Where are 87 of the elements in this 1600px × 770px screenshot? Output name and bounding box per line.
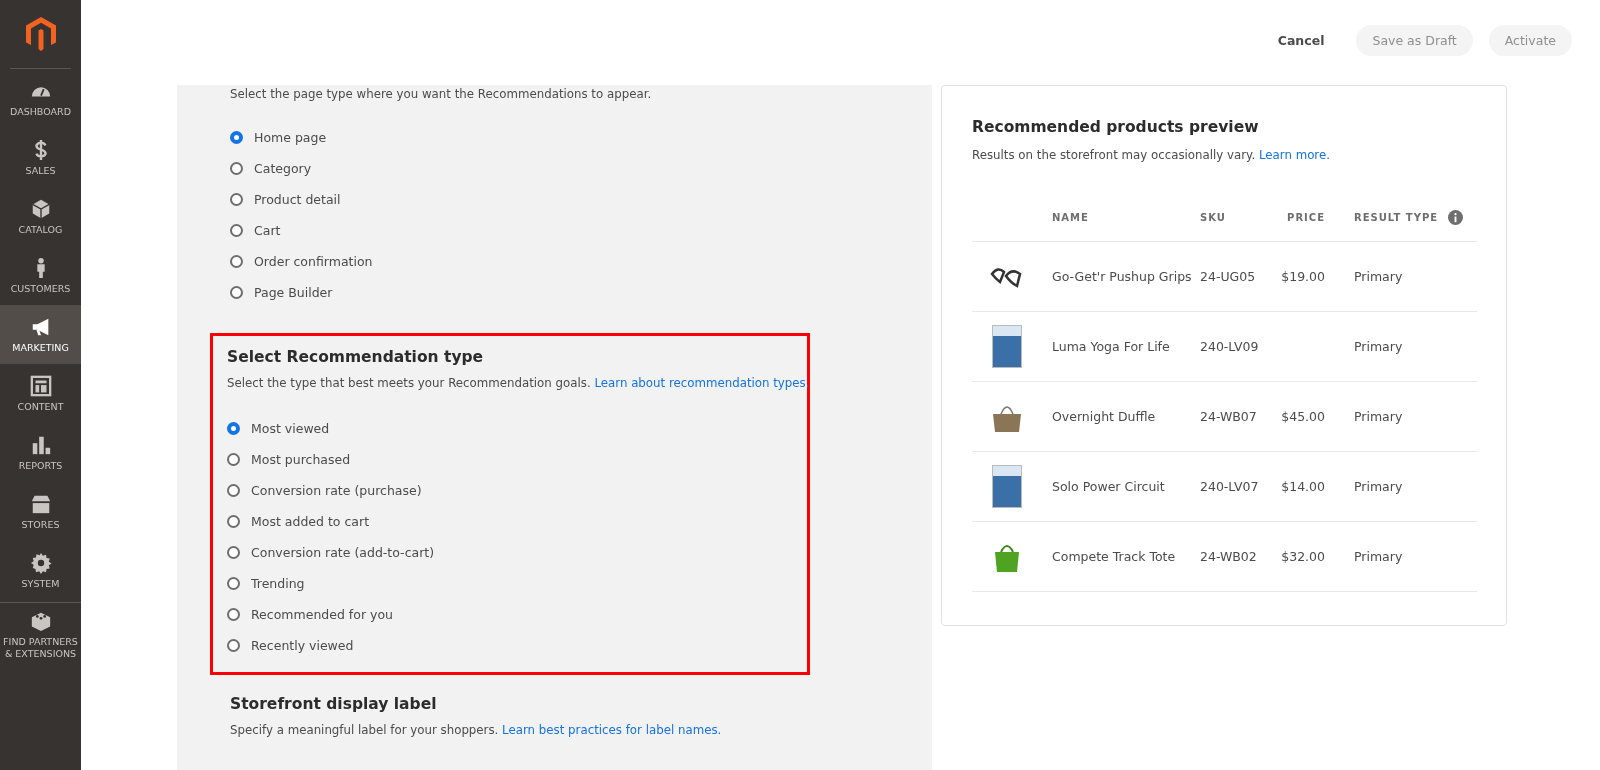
layout-icon: [29, 374, 52, 397]
radio-option[interactable]: Recently viewed: [227, 635, 354, 656]
sidebar-item[interactable]: CATALOG: [0, 187, 81, 246]
sidebar-label: CONTENT: [17, 400, 64, 413]
radio-option[interactable]: Product detail: [230, 189, 341, 210]
section-description: Specify a meaningful label for your shoppers. Learn best practices for label names.: [230, 722, 723, 739]
radio-button[interactable]: [230, 224, 243, 237]
table-cell-text: $45.00: [1280, 409, 1326, 424]
sidebar-item[interactable]: SYSTEM: [0, 541, 81, 600]
table-cell-text: $19.00: [1280, 269, 1326, 284]
info-icon[interactable]: [1448, 210, 1464, 225]
radio-option[interactable]: Most purchased: [227, 449, 351, 470]
radio-option[interactable]: Category: [230, 158, 312, 179]
sidebar-label: FIND PARTNERS & EXTENSIONS: [2, 636, 79, 660]
sidebar-label: SYSTEM: [21, 577, 60, 590]
table-cell-text: Solo Power Circuit: [1052, 479, 1166, 494]
radio-option[interactable]: Conversion rate (add-to-cart): [227, 542, 435, 563]
sidebar-label: REPORTS: [18, 459, 63, 472]
radio-button[interactable]: [230, 131, 243, 144]
column-header: NAME: [1052, 212, 1090, 223]
radio-option[interactable]: Most viewed: [227, 418, 330, 439]
radio-button[interactable]: [230, 286, 243, 299]
sidebar-label: SALES: [25, 164, 56, 177]
table-cell-text: Go-Get'r Pushup Grips: [1052, 269, 1193, 284]
logo-icon: [25, 17, 56, 51]
radio-button[interactable]: [227, 422, 240, 435]
table-cell-text: 240-LV09: [1200, 339, 1260, 354]
dvd-cover-photo: [992, 325, 1022, 368]
table-cell-text: $32.00: [1280, 549, 1326, 564]
table-cell-text: Primary: [1354, 409, 1404, 424]
table-cell-text: 24-WB02: [1200, 549, 1258, 564]
sidebar-item[interactable]: REPORTS: [0, 423, 81, 482]
card-title: Recommended products preview: [972, 118, 1260, 136]
sidebar-item[interactable]: CONTENT: [0, 364, 81, 423]
sidebar-item[interactable]: STORES: [0, 482, 81, 541]
radio-option[interactable]: Conversion rate (purchase): [227, 480, 422, 501]
table-cell-text: Overnight Duffle: [1052, 409, 1157, 424]
radio-button[interactable]: [227, 608, 240, 621]
header-button[interactable]: Cancel: [1261, 25, 1341, 56]
sidebar-item[interactable]: DASHBOARD: [0, 69, 81, 128]
sidebar-label: CATALOG: [18, 223, 63, 236]
radio-option[interactable]: Order confirmation: [230, 251, 373, 272]
dvd-cover-photo: [992, 465, 1022, 508]
sidebar-item[interactable]: FIND PARTNERS & EXTENSIONS: [0, 602, 81, 667]
table-cell-text: Primary: [1354, 479, 1404, 494]
settings-icon: [29, 551, 52, 574]
sidebar-item[interactable]: CUSTOMERS: [0, 246, 81, 305]
sidebar-label: STORES: [21, 518, 60, 531]
column-header: RESULT TYPE: [1354, 212, 1439, 223]
radio-button[interactable]: [227, 639, 240, 652]
section-title: Storefront display label: [230, 695, 438, 713]
column-header: SKU: [1200, 212, 1227, 223]
radio-option[interactable]: Cart: [230, 220, 281, 241]
section-description: Select the page type where you want the Recommendations to appear.: [230, 86, 653, 103]
sidebar-label: DASHBOARD: [10, 105, 71, 118]
radio-button[interactable]: [230, 162, 243, 175]
sidebar-label: CUSTOMERS: [10, 282, 71, 295]
table-cell-text: Luma Yoga For Life: [1052, 339, 1171, 354]
radio-option[interactable]: Home page: [230, 127, 327, 148]
table-cell-text: Primary: [1354, 269, 1404, 284]
radio-option[interactable]: Page Builder: [230, 282, 333, 303]
table-cell-text: 240-LV07: [1200, 479, 1260, 494]
section-title: Select Recommendation type: [227, 348, 485, 366]
radio-button[interactable]: [227, 515, 240, 528]
blocks-icon: [29, 610, 52, 632]
radio-button[interactable]: [227, 453, 240, 466]
table-cell-text: Primary: [1354, 549, 1404, 564]
help-link[interactable]: Learn best practices for label names.: [502, 723, 722, 737]
radio-button[interactable]: [227, 484, 240, 497]
radio-button[interactable]: [227, 577, 240, 590]
radio-button[interactable]: [230, 193, 243, 206]
sidebar-label: MARKETING: [12, 341, 69, 354]
table-cell-text: Compete Track Tote: [1052, 549, 1177, 564]
table-cell-text: Primary: [1354, 339, 1404, 354]
radio-button[interactable]: [227, 546, 240, 559]
radio-option[interactable]: Most added to cart: [227, 511, 370, 532]
table-cell-text: 24-UG05: [1200, 269, 1257, 284]
sidebar-item[interactable]: MARKETING: [0, 305, 81, 364]
column-header: PRICE: [1286, 212, 1326, 223]
sidebar-item[interactable]: SALES: [0, 128, 81, 187]
table-cell-text: $14.00: [1280, 479, 1326, 494]
learn-more-link[interactable]: Learn more.: [1258, 148, 1330, 162]
table-cell-text: 24-WB07: [1200, 409, 1258, 424]
radio-option[interactable]: Trending: [227, 573, 305, 594]
radio-button[interactable]: [230, 255, 243, 268]
radio-option[interactable]: Recommended for you: [227, 604, 393, 625]
card-description: Results on the storefront may occasionally vary. Learn more.: [972, 147, 1331, 164]
